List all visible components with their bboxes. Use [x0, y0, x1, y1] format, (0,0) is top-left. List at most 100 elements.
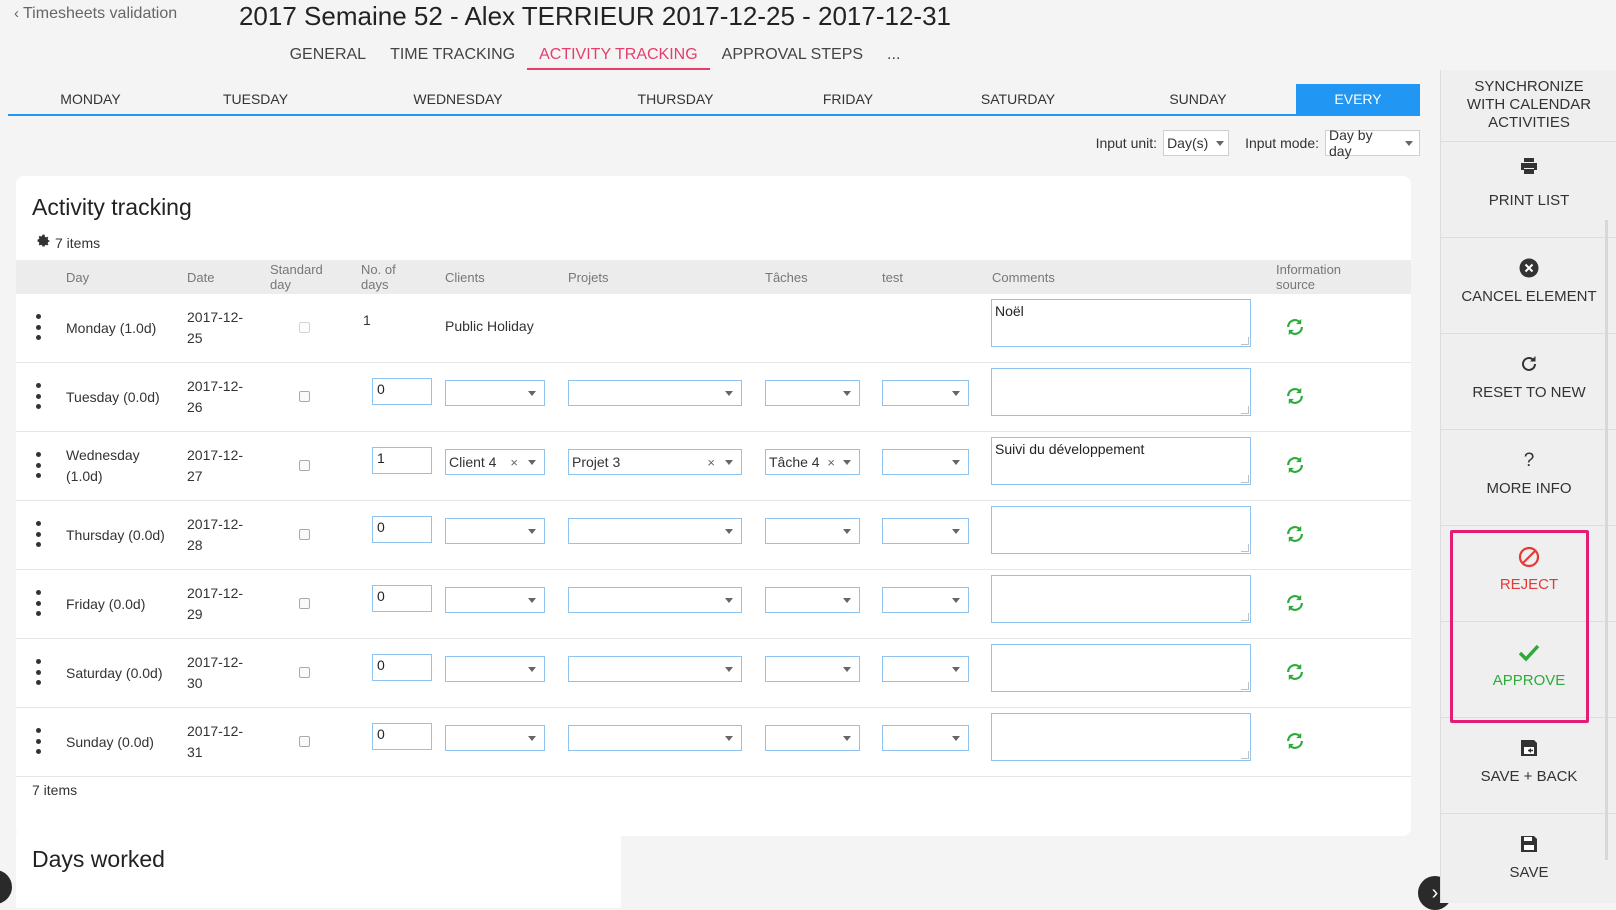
- days-input[interactable]: 0: [372, 654, 432, 681]
- standard-day-checkbox[interactable]: [299, 529, 310, 540]
- col-comments[interactable]: Comments: [992, 260, 1055, 294]
- sync-icon[interactable]: [1284, 454, 1306, 479]
- days-input[interactable]: 1: [372, 447, 432, 474]
- day-tab-friday[interactable]: FRIDAY: [773, 84, 923, 114]
- col-date[interactable]: Date: [187, 260, 214, 294]
- comment-field[interactable]: [991, 506, 1251, 554]
- day-tab-monday[interactable]: MONDAY: [8, 84, 173, 114]
- input-unit-select[interactable]: Day(s): [1163, 130, 1230, 156]
- standard-day-checkbox[interactable]: [299, 391, 310, 402]
- col-clients[interactable]: Clients: [445, 260, 485, 294]
- test-select[interactable]: [882, 587, 969, 613]
- test-select[interactable]: [882, 725, 969, 751]
- row-menu-icon[interactable]: [34, 383, 42, 409]
- days-input[interactable]: 0: [372, 378, 432, 405]
- projet-select[interactable]: [568, 518, 742, 544]
- client-select[interactable]: [445, 656, 545, 682]
- days-input[interactable]: 0: [372, 723, 432, 750]
- col-standard-day[interactable]: Standard day: [270, 260, 340, 294]
- row-menu-icon[interactable]: [34, 314, 42, 340]
- comment-field[interactable]: [991, 575, 1251, 623]
- days-input[interactable]: 0: [372, 585, 432, 612]
- client-select[interactable]: [445, 587, 545, 613]
- row-menu-icon[interactable]: [34, 659, 42, 685]
- clear-icon[interactable]: ×: [510, 455, 518, 470]
- caret-down-icon: [725, 735, 733, 741]
- standard-day-checkbox[interactable]: [299, 667, 310, 678]
- day-tab-sunday[interactable]: SUNDAY: [1113, 84, 1283, 114]
- col-projets[interactable]: Projets: [568, 260, 608, 294]
- col-taches[interactable]: Tâches: [765, 260, 808, 294]
- sync-icon[interactable]: [1284, 385, 1306, 410]
- tache-select[interactable]: Tâche 4 ×: [765, 449, 860, 475]
- sync-icon[interactable]: [1284, 661, 1306, 686]
- reset-to-new-button[interactable]: RESET TO NEW: [1441, 334, 1616, 430]
- projet-select[interactable]: [568, 380, 742, 406]
- row-menu-icon[interactable]: [34, 728, 42, 754]
- comment-field[interactable]: Suivi du développement: [991, 437, 1251, 485]
- approve-button[interactable]: APPROVE: [1441, 622, 1616, 718]
- tab-activity-tracking[interactable]: ACTIVITY TRACKING: [527, 44, 710, 70]
- test-select[interactable]: [882, 518, 969, 544]
- day-tab-wednesday[interactable]: WEDNESDAY: [338, 84, 578, 114]
- gear-icon[interactable]: [36, 234, 51, 252]
- comment-field[interactable]: Noël: [991, 299, 1251, 347]
- client-select[interactable]: [445, 725, 545, 751]
- day-tab-tuesday[interactable]: TUESDAY: [173, 84, 338, 114]
- projet-select[interactable]: [568, 656, 742, 682]
- tab-approval-steps[interactable]: APPROVAL STEPS: [710, 44, 875, 70]
- row-menu-icon[interactable]: [34, 521, 42, 547]
- day-tab-every[interactable]: EVERY: [1296, 84, 1420, 114]
- row-menu-icon[interactable]: [34, 452, 42, 478]
- projet-select[interactable]: [568, 587, 742, 613]
- print-list-button[interactable]: PRINT LIST: [1441, 142, 1616, 238]
- client-select[interactable]: [445, 380, 545, 406]
- tache-select[interactable]: [765, 380, 860, 406]
- test-select[interactable]: [882, 449, 969, 475]
- tache-select[interactable]: [765, 518, 860, 544]
- projet-select[interactable]: Projet 3 ×: [568, 449, 742, 475]
- test-select[interactable]: [882, 656, 969, 682]
- input-mode-select[interactable]: Day by day: [1325, 127, 1420, 159]
- tab-more[interactable]: ...: [875, 44, 912, 70]
- tab-time-tracking[interactable]: TIME TRACKING: [378, 44, 527, 70]
- comment-field[interactable]: [991, 368, 1251, 416]
- sync-icon[interactable]: [1284, 730, 1306, 755]
- sync-icon[interactable]: [1284, 523, 1306, 548]
- scroll-left-button[interactable]: ‹: [0, 870, 12, 904]
- col-no-of-days[interactable]: No. of days: [361, 260, 421, 294]
- col-day[interactable]: Day: [66, 260, 89, 294]
- days-input[interactable]: 0: [372, 516, 432, 543]
- tache-select[interactable]: [765, 656, 860, 682]
- comment-value: Suivi du développement: [995, 441, 1145, 457]
- scrollbar[interactable]: [1605, 220, 1608, 860]
- day-tab-saturday[interactable]: SATURDAY: [923, 84, 1113, 114]
- cancel-element-button[interactable]: CANCEL ELEMENT: [1441, 238, 1616, 334]
- col-information-source[interactable]: Information source: [1276, 260, 1366, 294]
- save-back-button[interactable]: SAVE + BACK: [1441, 718, 1616, 814]
- tache-select[interactable]: [765, 725, 860, 751]
- client-select[interactable]: Client 4 ×: [445, 449, 545, 475]
- sync-icon[interactable]: [1284, 316, 1306, 341]
- comment-field[interactable]: [991, 644, 1251, 692]
- clear-icon[interactable]: ×: [827, 455, 835, 470]
- standard-day-checkbox[interactable]: [299, 598, 310, 609]
- day-tab-thursday[interactable]: THURSDAY: [578, 84, 773, 114]
- standard-day-checkbox[interactable]: [299, 460, 310, 471]
- test-select[interactable]: [882, 380, 969, 406]
- client-select[interactable]: [445, 518, 545, 544]
- comment-field[interactable]: [991, 713, 1251, 761]
- save-button[interactable]: SAVE: [1441, 814, 1616, 903]
- tache-select[interactable]: [765, 587, 860, 613]
- standard-day-checkbox[interactable]: [299, 736, 310, 747]
- row-date: 2017-12-30: [187, 654, 244, 691]
- sync-icon[interactable]: [1284, 592, 1306, 617]
- more-info-button[interactable]: ? MORE INFO: [1441, 430, 1616, 526]
- col-test[interactable]: test: [882, 260, 903, 294]
- sync-calendar-button[interactable]: SYNCHRONIZE WITH CALENDAR ACTIVITIES: [1441, 70, 1616, 142]
- projet-select[interactable]: [568, 725, 742, 751]
- row-menu-icon[interactable]: [34, 590, 42, 616]
- tab-general[interactable]: GENERAL: [278, 44, 378, 70]
- clear-icon[interactable]: ×: [707, 455, 715, 470]
- reject-button[interactable]: REJECT: [1441, 526, 1616, 622]
